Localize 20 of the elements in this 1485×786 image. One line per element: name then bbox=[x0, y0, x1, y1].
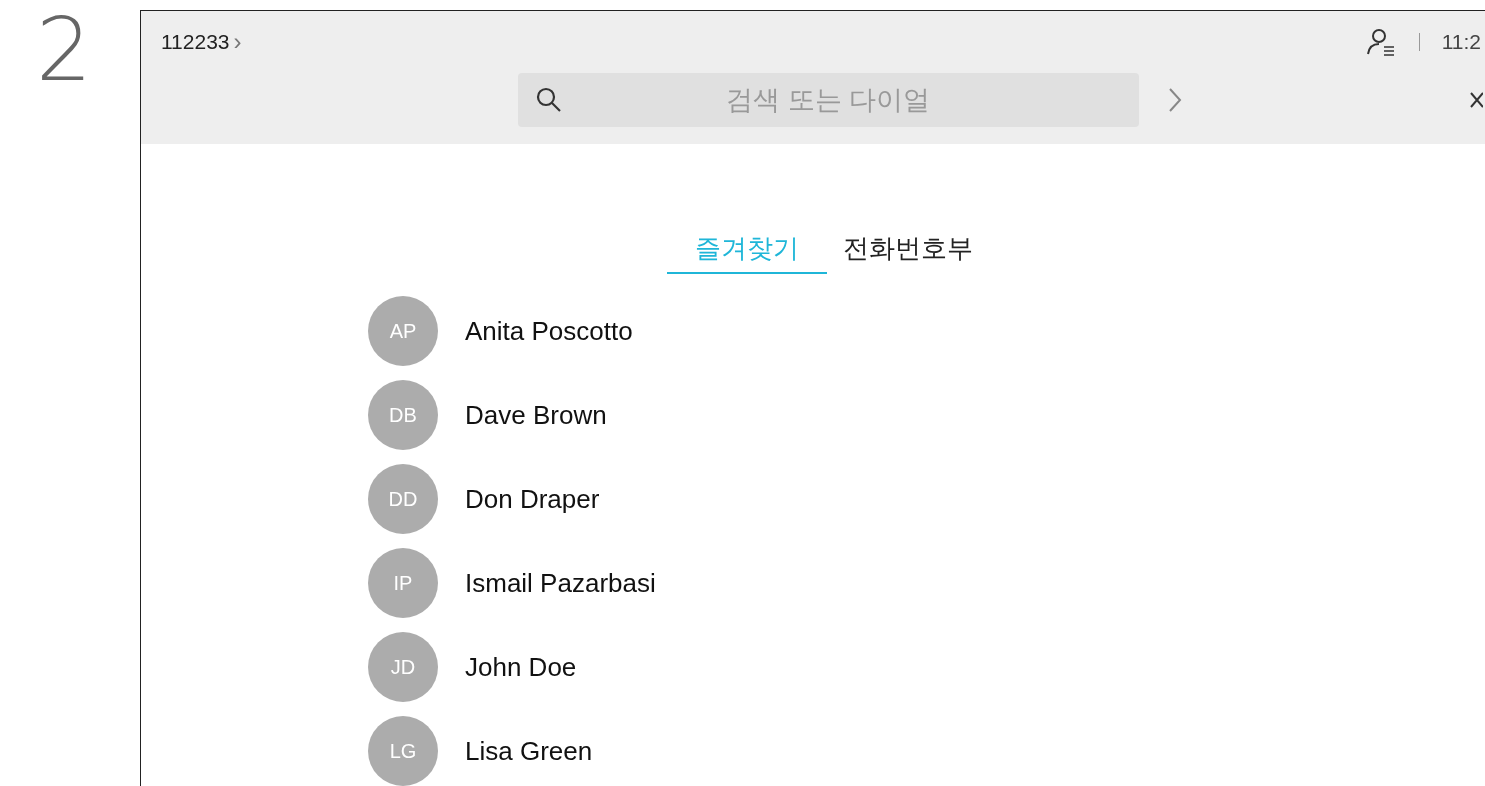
breadcrumb[interactable]: 112233 bbox=[161, 26, 230, 58]
contact-name[interactable]: Don Draper bbox=[465, 479, 600, 519]
search-field[interactable]: 검색 또는 다이얼 bbox=[518, 73, 1139, 127]
contact-name[interactable]: Anita Poscotto bbox=[465, 311, 633, 351]
avatar-initials: JD bbox=[368, 632, 438, 702]
avatar-initials: IP bbox=[368, 548, 438, 618]
search-icon bbox=[535, 86, 563, 114]
clock-time: 11:2 bbox=[1441, 29, 1481, 56]
contact-name[interactable]: Ismail Pazarbasi bbox=[465, 563, 656, 603]
contact-name[interactable]: Dave Brown bbox=[465, 395, 607, 435]
step-number: 2 bbox=[36, 0, 92, 101]
avatar-initials: DB bbox=[368, 380, 438, 450]
avatar-initials: AP bbox=[368, 296, 438, 366]
avatar-initials: LG bbox=[368, 716, 438, 786]
contact-name[interactable]: John Doe bbox=[465, 647, 577, 687]
chevron-icon: › bbox=[233, 24, 242, 60]
tab[interactable]: 전화번호부 bbox=[827, 224, 989, 274]
avatar-initials: DD bbox=[368, 464, 438, 534]
contact-name[interactable]: Lisa Green bbox=[465, 731, 593, 771]
chevron-right-icon[interactable] bbox=[1167, 86, 1183, 114]
